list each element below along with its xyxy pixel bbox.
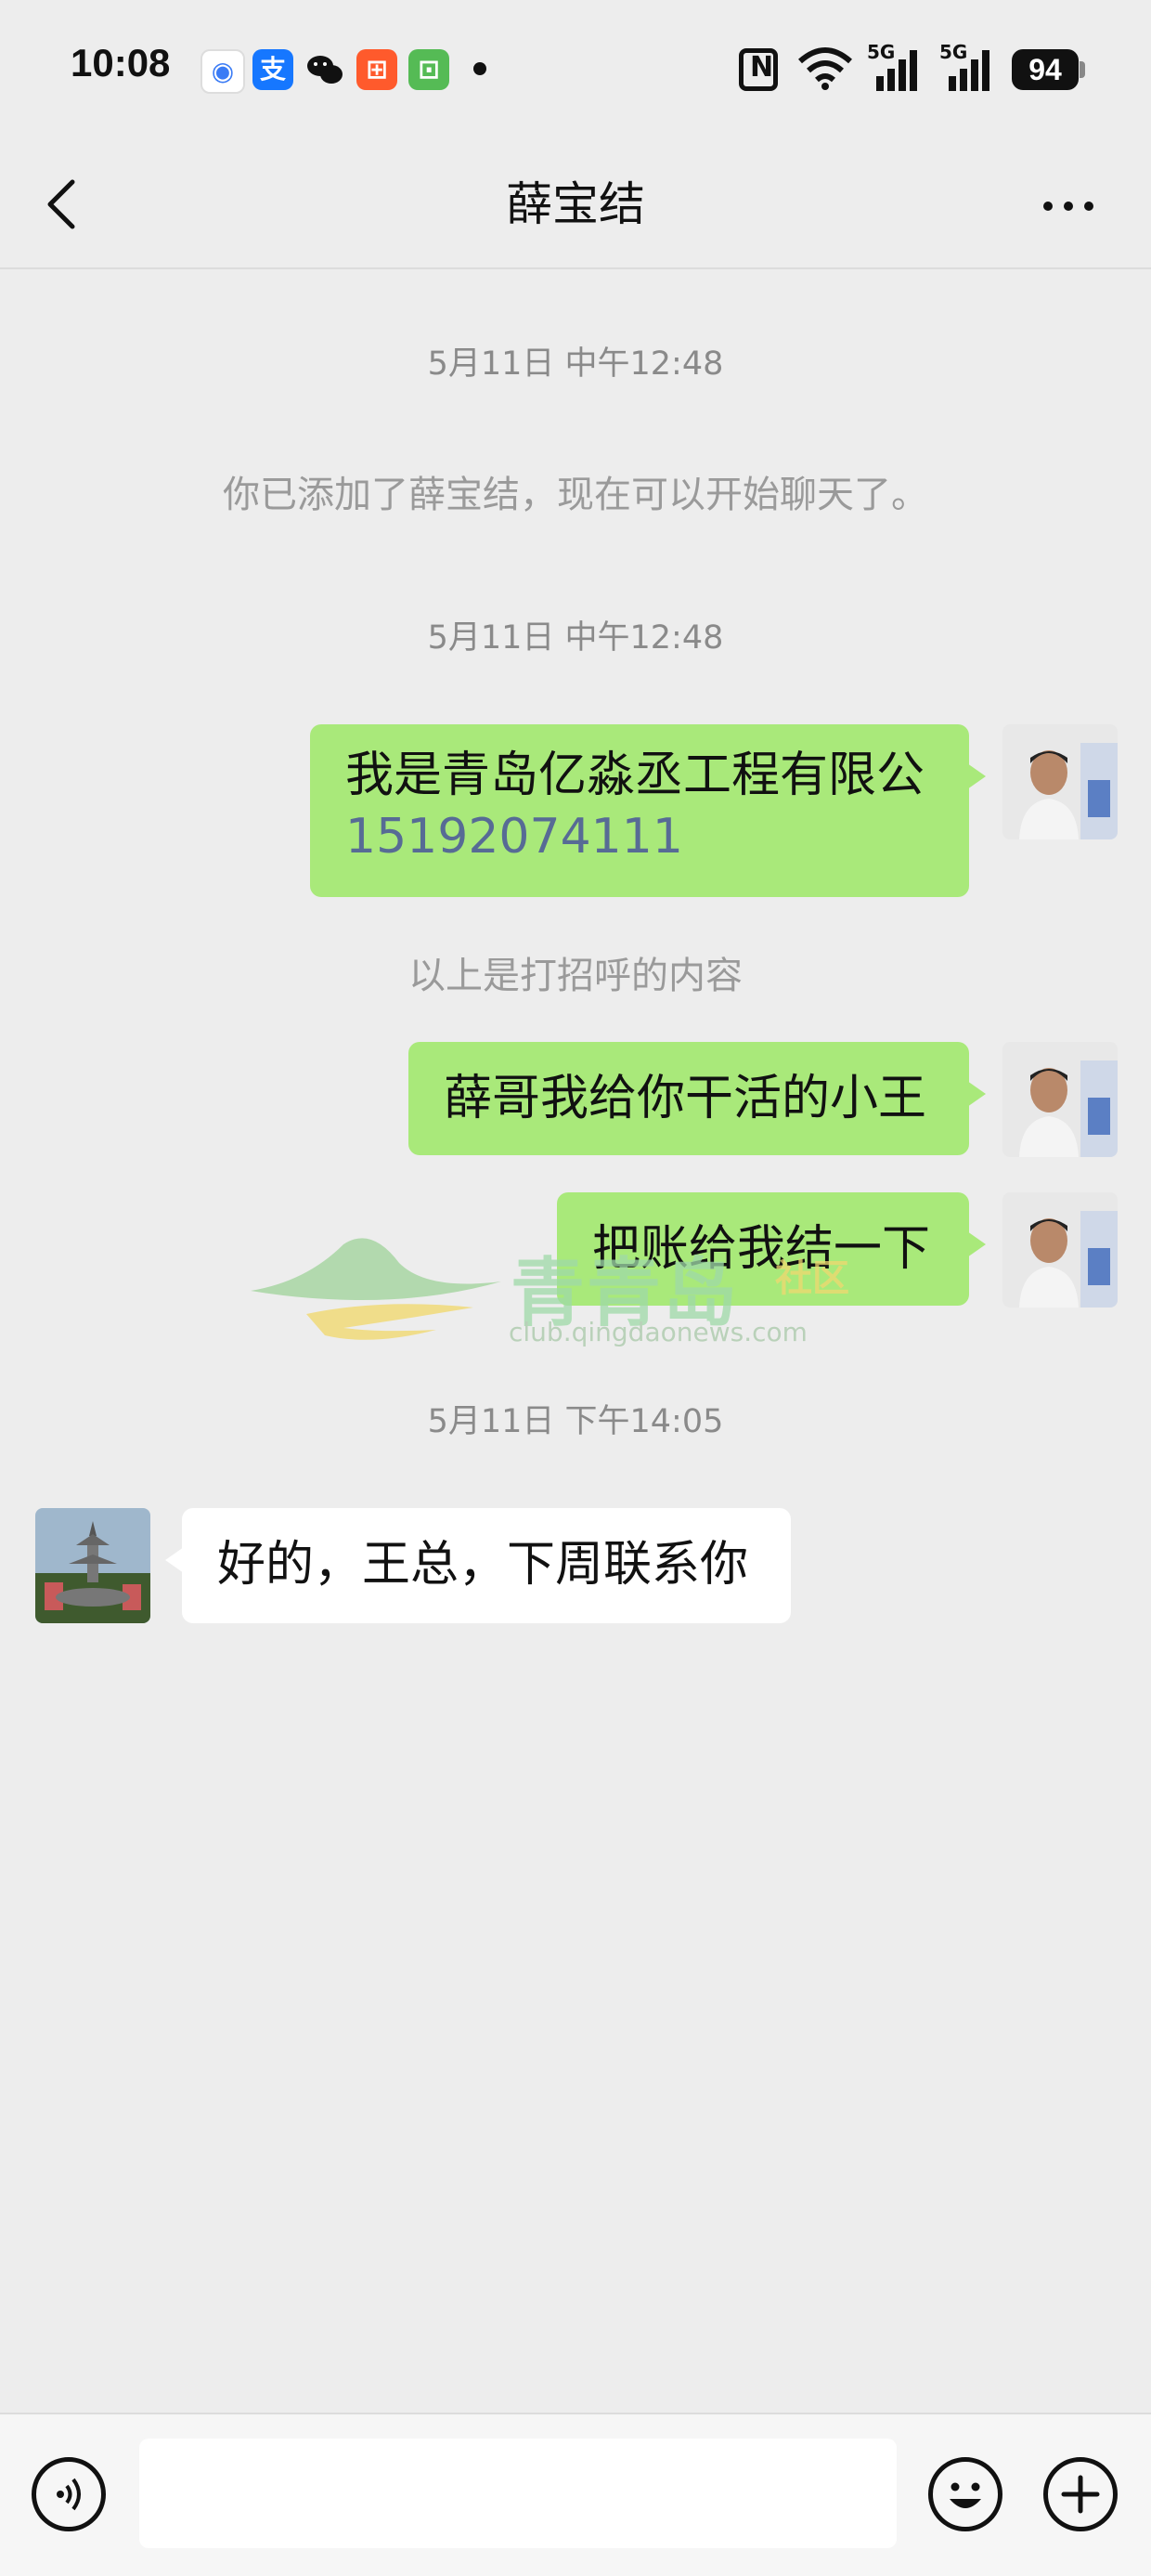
signal-icon xyxy=(876,50,917,91)
message-timestamp: 5月11日 下午14:05 xyxy=(427,1403,724,1440)
message-timestamp: 5月11日 中午12:48 xyxy=(427,345,724,383)
avatar[interactable] xyxy=(1002,1192,1118,1308)
watermark: 青青岛 社区 club.qingdaonews.com xyxy=(251,1226,882,1356)
more-options-button[interactable] xyxy=(1036,181,1101,228)
message-text: 好的，王总，下周联系你 xyxy=(217,1537,749,1593)
more-icon xyxy=(1043,202,1053,211)
avatar[interactable] xyxy=(1002,1042,1118,1157)
incoming-message[interactable]: 好的，王总，下周联系你 xyxy=(165,1508,791,1623)
emoji-icon xyxy=(950,2482,981,2508)
status-time: 10:08 xyxy=(71,41,171,85)
phone-number-link[interactable]: 15192074111 xyxy=(345,806,934,867)
plus-icon xyxy=(1061,2475,1100,2514)
mountain-logo-icon xyxy=(251,1238,501,1340)
avatar[interactable] xyxy=(1002,724,1118,839)
pagoda-fountain-image xyxy=(35,1508,150,1623)
signal-5g-2: 5G xyxy=(939,41,999,93)
message-input[interactable] xyxy=(139,2439,897,2548)
qq-browser-icon: ◉ xyxy=(200,49,245,94)
app-store-icon: ⊡ xyxy=(408,49,449,90)
outgoing-message[interactable]: 薛哥我给你干活的小王 xyxy=(408,1042,986,1155)
signal-5g-1: 5G xyxy=(867,41,926,93)
user-avatar-image xyxy=(1002,1192,1118,1308)
more-functions-button[interactable] xyxy=(1043,2457,1118,2531)
battery-indicator: 94 xyxy=(1012,49,1079,90)
battery-tip xyxy=(1080,61,1085,78)
status-bar: 10:08 ◉ 支 ⊞ ⊡ N 5G 5G 94 xyxy=(0,0,1151,139)
user-avatar-image xyxy=(1002,1042,1118,1157)
chat-header: 薛宝结 xyxy=(0,139,1151,269)
message-text: 我是青岛亿淼丞工程有限公 xyxy=(345,748,925,803)
wifi-icon xyxy=(798,47,852,90)
user-avatar-image xyxy=(1002,724,1118,839)
watermark-suffix: 社区 xyxy=(775,1257,849,1300)
voice-icon xyxy=(57,2478,81,2511)
outgoing-message[interactable]: 我是青岛亿淼丞工程有限公 15192074111 xyxy=(310,724,986,897)
voice-button[interactable] xyxy=(32,2457,106,2531)
alipay-icon: 支 xyxy=(252,49,293,90)
kuaishou-icon: ⊞ xyxy=(356,49,397,90)
message-text: 薛哥我给你干活的小王 xyxy=(444,1071,927,1126)
contact-avatar[interactable] xyxy=(35,1508,150,1623)
emoji-button[interactable] xyxy=(928,2457,1002,2531)
notification-dot xyxy=(473,62,486,75)
watermark-url: club.qingdaonews.com xyxy=(509,1317,808,1347)
more-icon xyxy=(1084,202,1093,211)
signal-icon xyxy=(949,50,989,91)
chat-title: 薛宝结 xyxy=(506,177,645,231)
more-icon xyxy=(1064,202,1073,211)
greeting-note: 以上是打招呼的内容 xyxy=(408,955,743,997)
wechat-icon xyxy=(304,49,345,90)
system-message: 你已添加了薛宝结，现在可以开始聊天了。 xyxy=(223,474,928,516)
input-bar xyxy=(0,2413,1151,2576)
message-timestamp: 5月11日 中午12:48 xyxy=(427,619,724,657)
nfc-icon: N xyxy=(739,48,778,91)
